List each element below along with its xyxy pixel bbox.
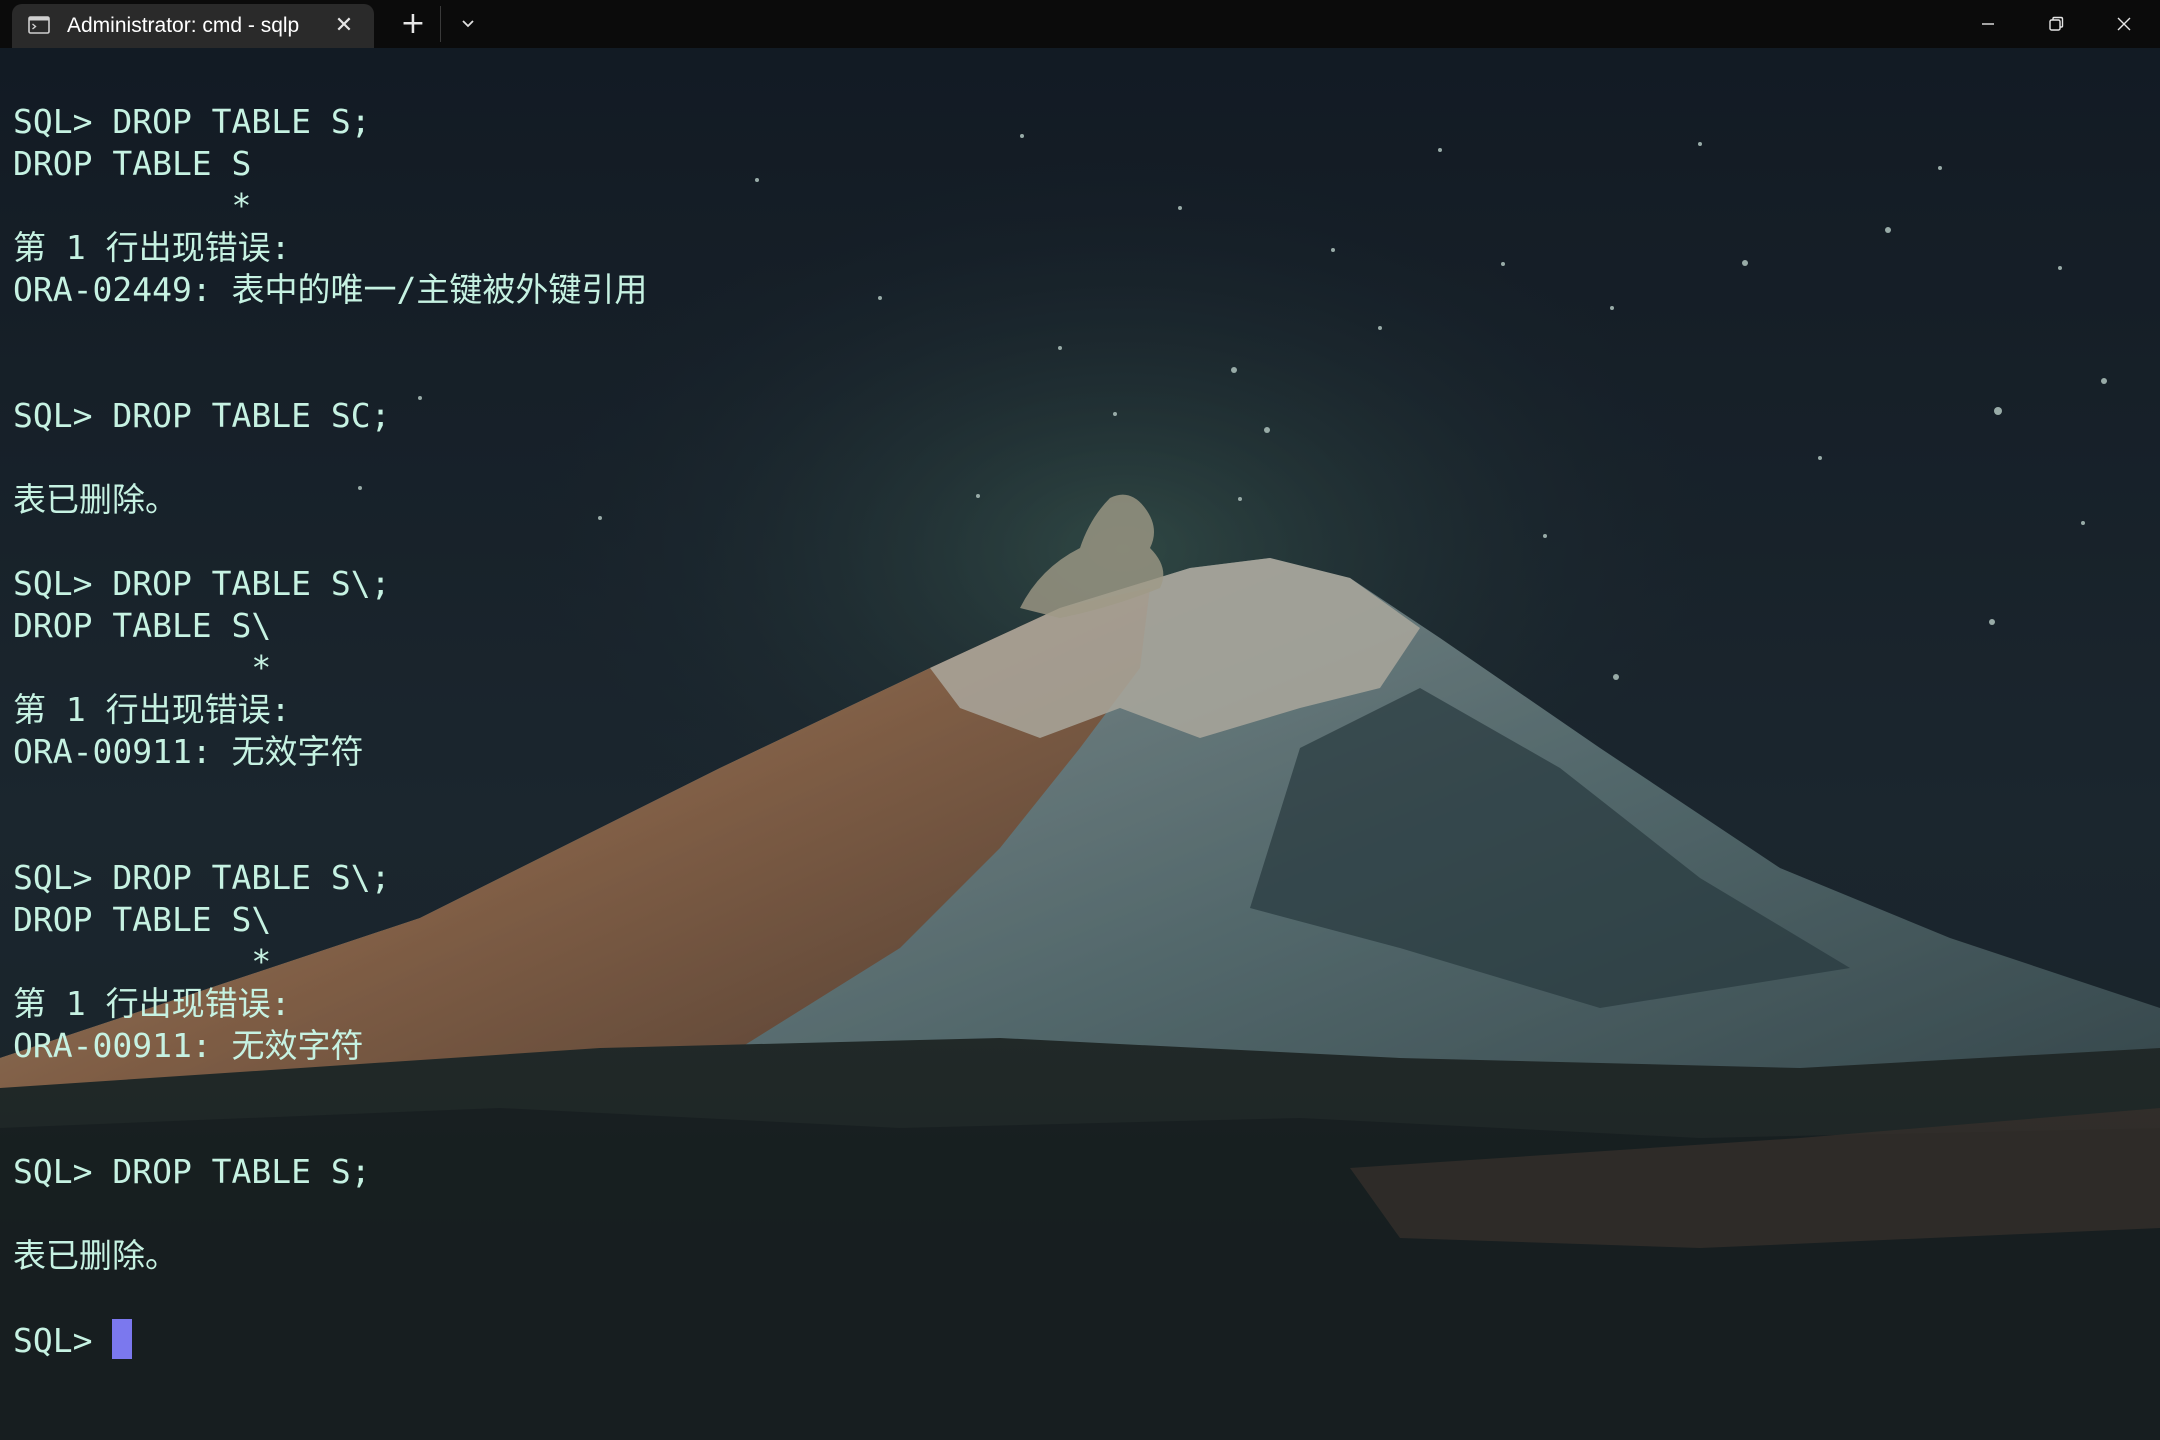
chevron-down-icon	[462, 20, 474, 28]
title-bar[interactable]: Administrator: cmd - sqlp ✕ +	[0, 0, 2160, 48]
console-line: ORA-02449: 表中的唯一/主键被外键引用	[13, 270, 648, 309]
console-line: DROP TABLE S\	[13, 900, 272, 939]
terminal-window: Administrator: cmd - sqlp ✕ + SQL> DROP …	[0, 0, 2160, 1440]
console-line: 表已删除。	[13, 1236, 178, 1275]
tab-separator	[440, 6, 441, 42]
restore-button[interactable]	[2022, 0, 2090, 48]
close-icon	[2117, 17, 2131, 31]
console-line: DROP TABLE S	[13, 144, 252, 183]
prompt-line[interactable]: SQL>	[13, 1319, 2133, 1361]
console-line: *	[13, 186, 252, 225]
close-tab-icon[interactable]: ✕	[330, 12, 358, 40]
console-line: SQL> DROP TABLE SC;	[13, 396, 391, 435]
tab-title: Administrator: cmd - sqlp	[67, 14, 300, 37]
console-line: *	[13, 648, 272, 687]
console-output[interactable]: SQL> DROP TABLE S; DROP TABLE S * 第 1 行出现错…	[13, 101, 2133, 1361]
new-tab-button[interactable]: +	[396, 6, 430, 42]
console-line: *	[13, 942, 272, 981]
console-line: ORA-00911: 无效字符	[13, 1026, 364, 1065]
minimize-icon	[1982, 23, 1994, 25]
console-line: 第 1 行出现错误:	[13, 690, 291, 729]
text-cursor	[112, 1319, 133, 1359]
terminal-pane[interactable]: SQL> DROP TABLE S; DROP TABLE S * 第 1 行出现错…	[0, 48, 2160, 1440]
console-line: 第 1 行出现错误:	[13, 984, 291, 1023]
restore-icon	[2049, 16, 2064, 31]
console-line: SQL> DROP TABLE S;	[13, 1152, 371, 1191]
tab-cmd-sqlp[interactable]: Administrator: cmd - sqlp ✕	[12, 4, 374, 48]
console-line: SQL> DROP TABLE S\;	[13, 858, 391, 897]
console-line: SQL> DROP TABLE S\;	[13, 564, 391, 603]
console-line: DROP TABLE S\	[13, 606, 272, 645]
tab-dropdown-button[interactable]	[452, 8, 484, 40]
console-line: 第 1 行出现错误:	[13, 228, 291, 267]
minimize-button[interactable]	[1954, 0, 2022, 48]
terminal-icon	[28, 16, 50, 34]
console-line: 表已删除。	[13, 480, 178, 519]
console-line: SQL> DROP TABLE S;	[13, 102, 371, 141]
close-window-button[interactable]	[2090, 0, 2158, 48]
console-line: ORA-00911: 无效字符	[13, 732, 364, 771]
sql-prompt: SQL>	[13, 1321, 113, 1360]
